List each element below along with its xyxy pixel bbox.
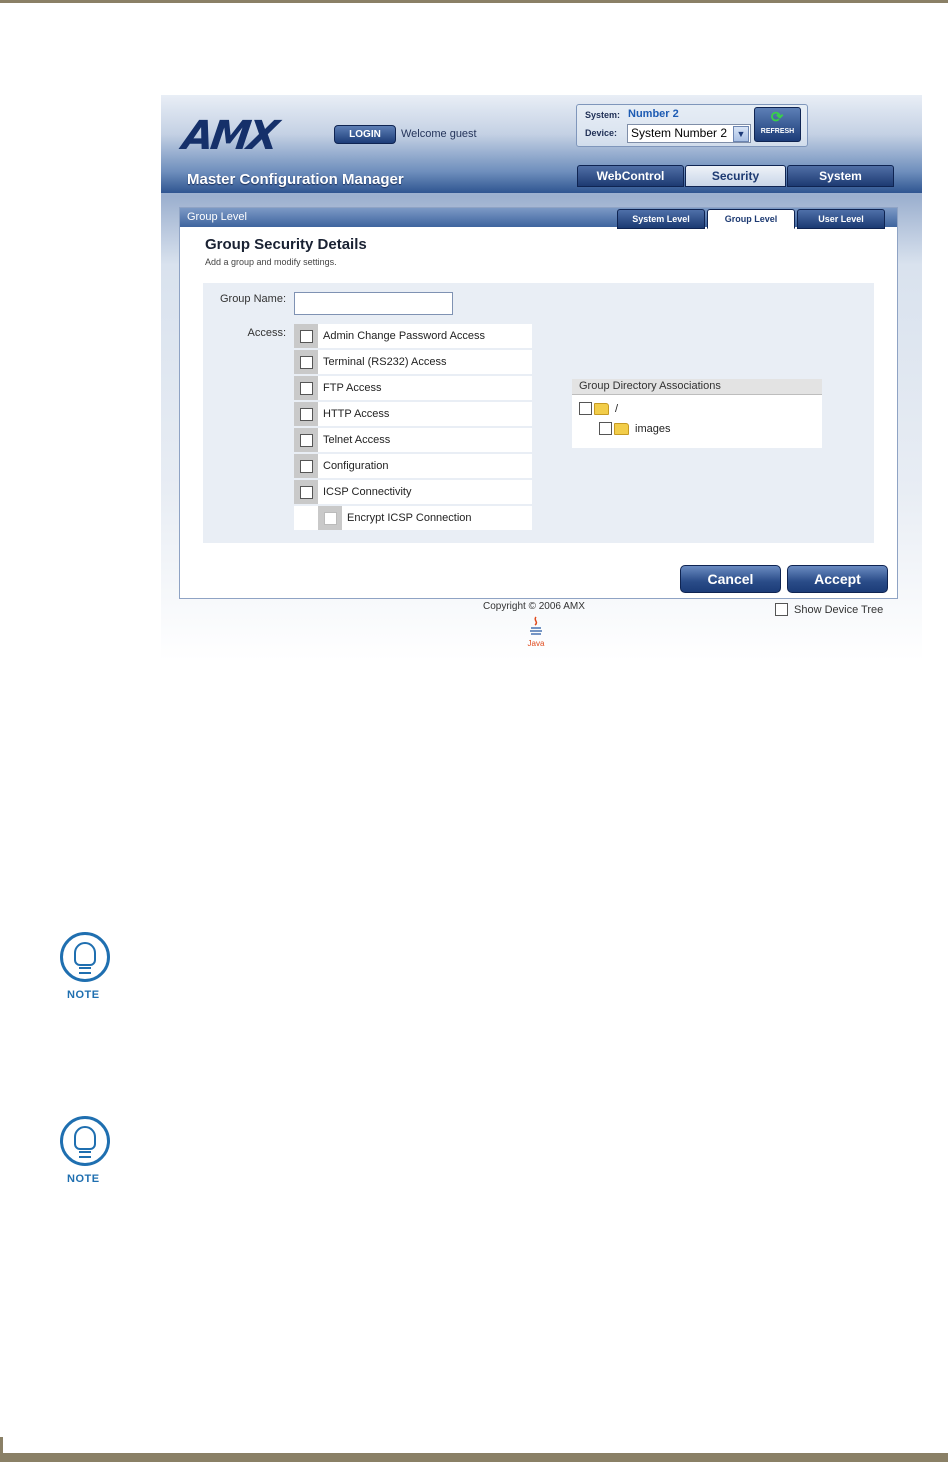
show-device-tree[interactable]: Show Device Tree [775, 603, 883, 616]
access-item-label: HTTP Access [323, 408, 390, 420]
directory-header: Group Directory Associations [572, 379, 822, 395]
main-tabs: WebControl Security System [577, 165, 895, 187]
device-label: Device: [585, 128, 618, 138]
tree-item-label: images [635, 422, 671, 435]
app-title: Master Configuration Manager [187, 171, 404, 188]
tree-item-label: / [615, 402, 619, 415]
device-select[interactable]: System Number 2 ▼ [627, 124, 751, 143]
group-name-label: Group Name: [219, 293, 286, 305]
tab-system[interactable]: System [787, 165, 894, 187]
checkbox-cell [294, 376, 318, 400]
accept-button[interactable]: Accept [787, 565, 888, 593]
system-value: Number 2 [628, 108, 679, 120]
checkbox[interactable] [324, 512, 337, 525]
access-item[interactable]: Admin Change Password Access [294, 324, 532, 350]
java-logo-text: Java [528, 639, 545, 648]
access-item[interactable]: Configuration [294, 454, 532, 480]
access-item[interactable]: HTTP Access [294, 402, 532, 428]
welcome-text: Welcome guest [401, 128, 477, 140]
checkbox[interactable] [300, 382, 313, 395]
checkbox[interactable] [599, 422, 612, 435]
access-label: Access: [247, 327, 286, 339]
group-directory-associations: Group Directory Associations / images [572, 379, 822, 448]
access-item-label: Configuration [323, 460, 389, 472]
folder-icon [614, 422, 629, 435]
tree-item-images[interactable]: images [599, 422, 670, 435]
checkbox-cell [318, 506, 342, 530]
access-item-label: FTP Access [323, 382, 382, 394]
java-logo-icon: Java [528, 616, 545, 648]
access-item-label: Telnet Access [323, 434, 391, 446]
access-item-label: Terminal (RS232) Access [323, 356, 447, 368]
section-title: Group Security Details [205, 236, 367, 253]
refresh-button[interactable]: ⟳ REFRESH [754, 107, 801, 142]
page-top-rule [0, 0, 948, 3]
refresh-label: REFRESH [760, 128, 795, 135]
note-label: NOTE [67, 1173, 100, 1185]
copyright-text: Copyright © 2006 AMX [483, 601, 585, 612]
checkbox[interactable] [300, 408, 313, 421]
panel-header: Group Level System Level Group Level Use… [180, 208, 897, 229]
checkbox-cell [294, 454, 318, 478]
access-item-label: ICSP Connectivity [323, 486, 412, 498]
folder-icon [594, 402, 609, 415]
access-item-sub[interactable]: Encrypt ICSP Connection [294, 506, 532, 532]
app-header: AMX LOGIN Welcome guest System: Number 2… [161, 95, 922, 193]
access-item[interactable]: FTP Access [294, 376, 532, 402]
access-item[interactable]: Telnet Access [294, 428, 532, 454]
group-form: Group Name: Access: Admin Change Passwor… [203, 283, 874, 543]
chevron-down-icon[interactable]: ▼ [733, 126, 749, 142]
show-device-tree-label: Show Device Tree [794, 603, 884, 616]
page-bottom-tick [0, 1437, 3, 1453]
sub-tabs: System Level Group Level User Level [617, 209, 887, 229]
amx-logo: AMX [179, 113, 279, 159]
panel-header-title: Group Level [187, 211, 247, 223]
checkbox-cell [294, 324, 318, 348]
refresh-icon: ⟳ [770, 109, 784, 126]
access-item-label: Admin Change Password Access [323, 330, 486, 342]
system-device-box: System: Number 2 Device: System Number 2… [576, 104, 808, 147]
lightbulb-base [79, 1151, 91, 1158]
lightbulb-icon [74, 1126, 96, 1150]
login-button[interactable]: LOGIN [334, 125, 396, 144]
group-level-panel: Group Level System Level Group Level Use… [179, 207, 898, 599]
checkbox-cell [294, 350, 318, 374]
note-icon: NOTE [58, 1116, 116, 1188]
checkbox[interactable] [300, 356, 313, 369]
section-subtitle: Add a group and modify settings. [205, 257, 337, 267]
group-name-input[interactable] [294, 292, 453, 315]
access-item[interactable]: Terminal (RS232) Access [294, 350, 532, 376]
note-icon: NOTE [58, 932, 116, 1004]
app-screenshot: AMX LOGIN Welcome guest System: Number 2… [161, 95, 922, 661]
checkbox[interactable] [300, 486, 313, 499]
checkbox[interactable] [300, 460, 313, 473]
note-label: NOTE [67, 989, 100, 1001]
checkbox-cell [294, 428, 318, 452]
checkbox-cell [294, 480, 318, 504]
cancel-button[interactable]: Cancel [680, 565, 781, 593]
access-item-label: Encrypt ICSP Connection [347, 512, 472, 524]
tree-item-root[interactable]: / [579, 402, 618, 415]
checkbox-cell [294, 402, 318, 426]
tab-user-level[interactable]: User Level [797, 209, 885, 229]
system-label: System: [585, 110, 621, 120]
directory-header-title: Group Directory Associations [579, 380, 721, 392]
tab-system-level[interactable]: System Level [617, 209, 705, 229]
device-select-value: System Number 2 [631, 126, 728, 140]
tab-group-level[interactable]: Group Level [707, 209, 795, 229]
tab-security[interactable]: Security [685, 165, 786, 187]
checkbox[interactable] [300, 330, 313, 343]
lightbulb-icon [74, 942, 96, 966]
tab-webcontrol[interactable]: WebControl [577, 165, 684, 187]
checkbox[interactable] [579, 402, 592, 415]
lightbulb-base [79, 967, 91, 974]
page-bottom-rule [0, 1453, 948, 1462]
checkbox[interactable] [300, 434, 313, 447]
access-item[interactable]: ICSP Connectivity [294, 480, 532, 506]
checkbox[interactable] [775, 603, 788, 616]
